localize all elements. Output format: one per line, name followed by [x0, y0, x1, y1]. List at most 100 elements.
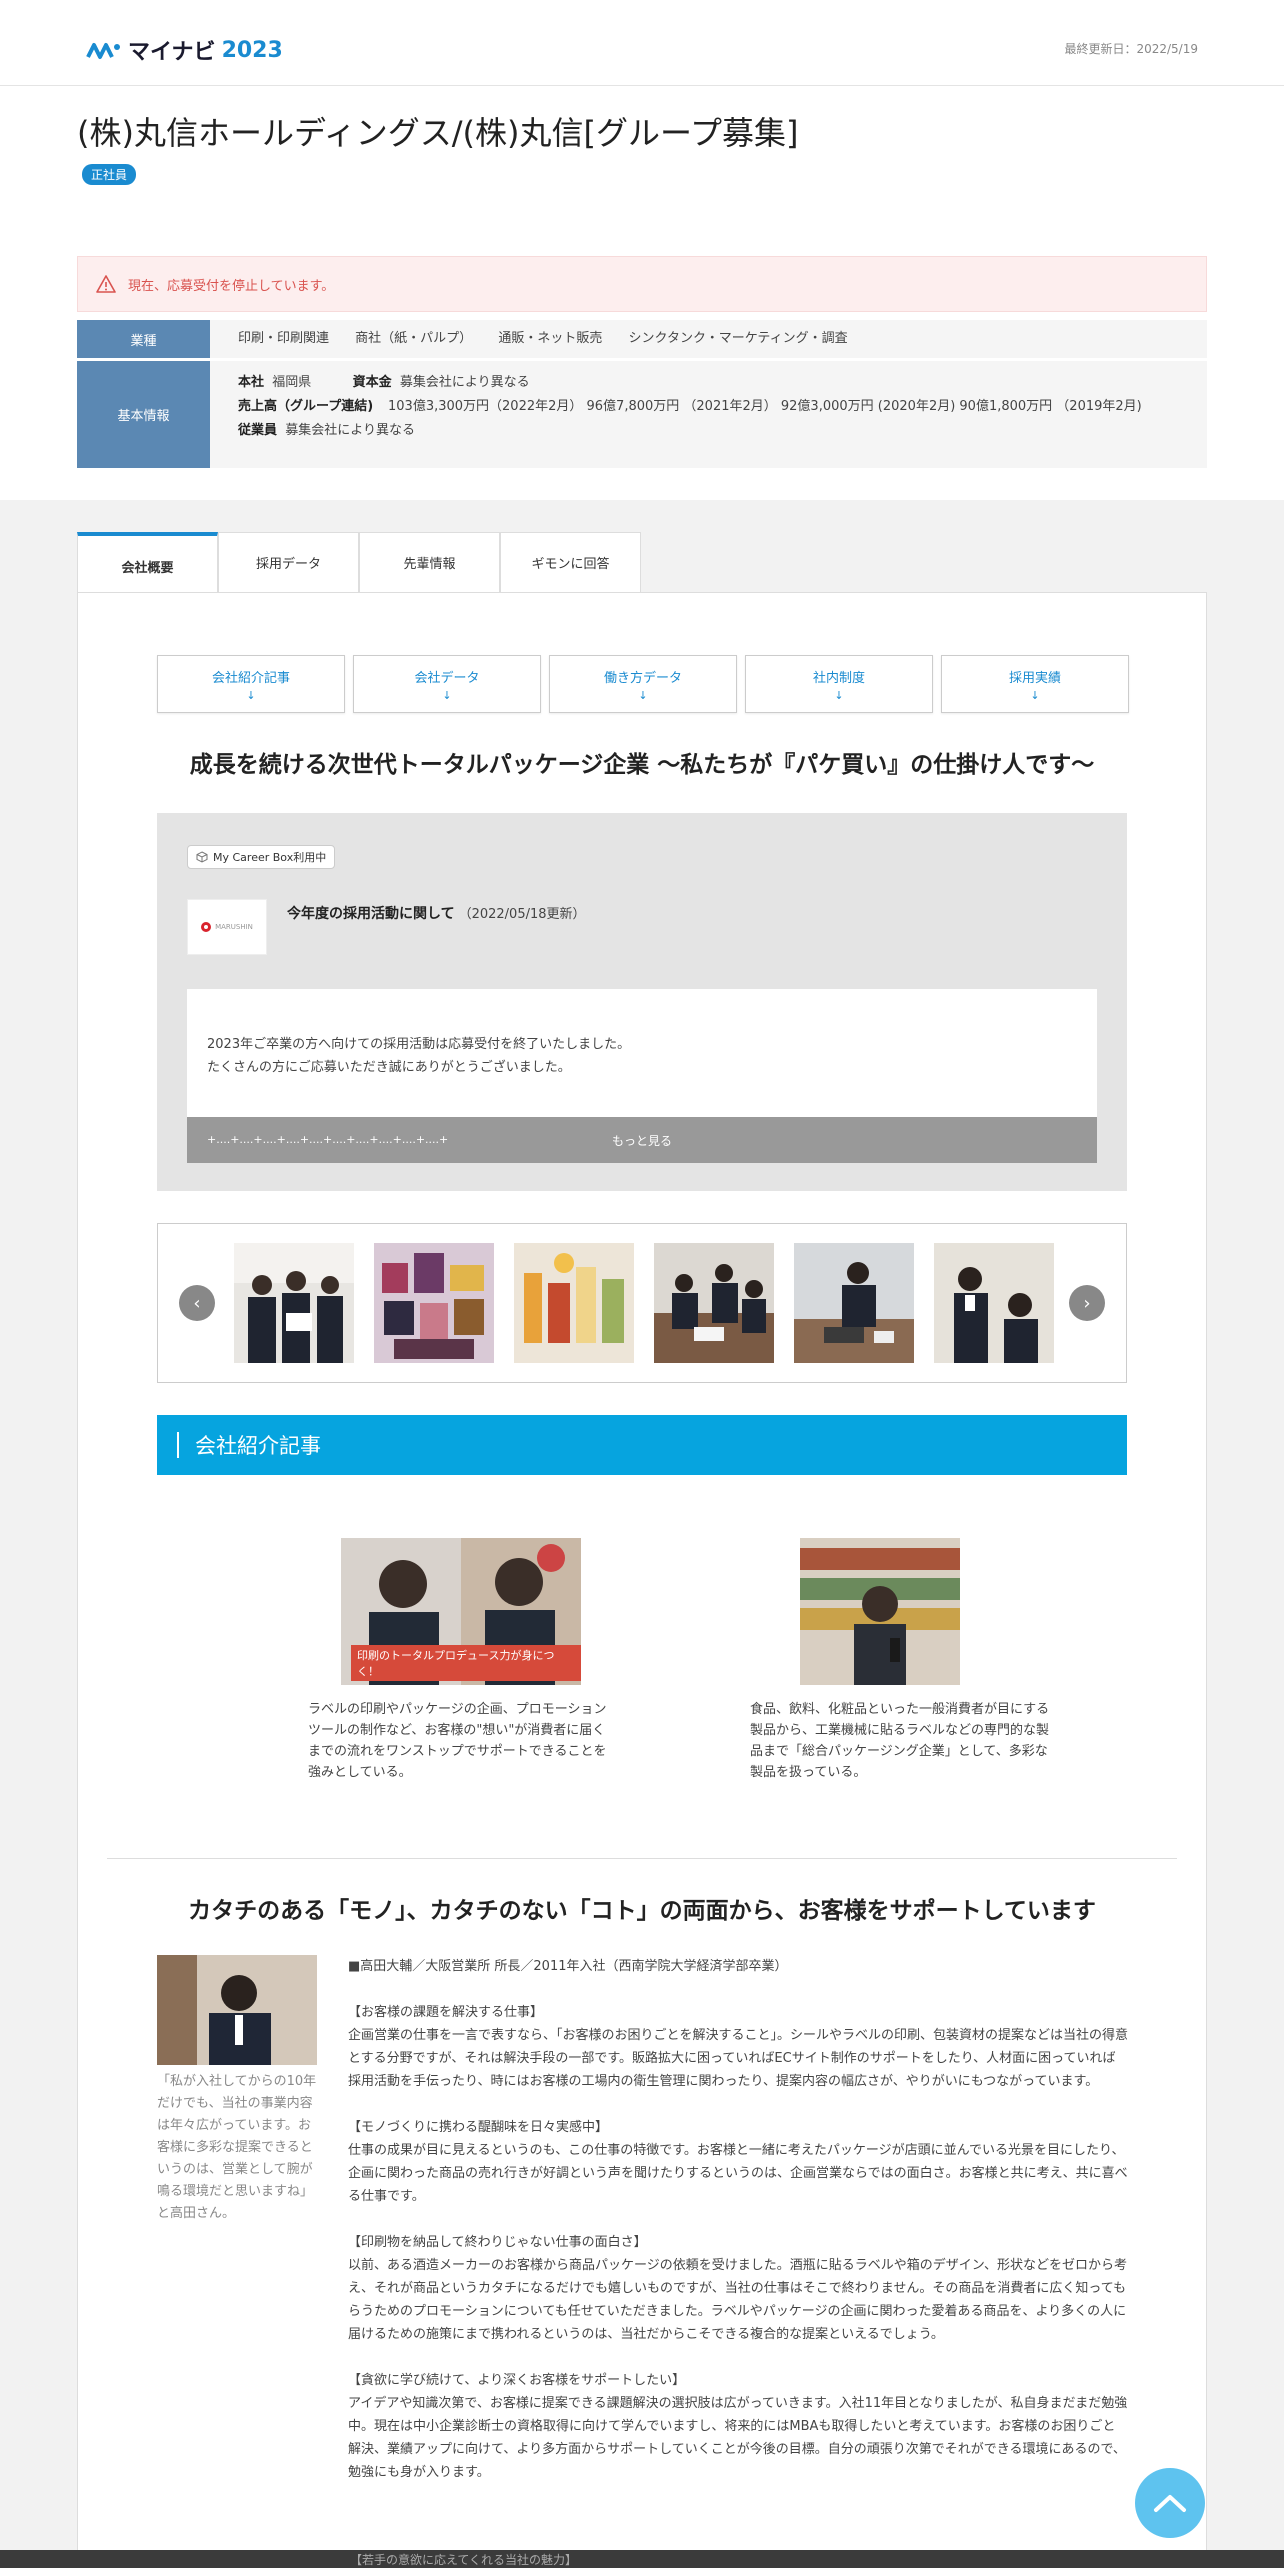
photo-carousel: ‹ ›	[157, 1223, 1127, 1383]
employees-key: 従業員	[238, 423, 278, 438]
subnav-hiring-record[interactable]: 採用実績 ↓	[941, 655, 1129, 713]
logo-text: マイナビ	[128, 40, 216, 65]
mycareerbox-badge-label: My Career Box利用中	[213, 851, 327, 864]
arrow-down-icon: ↓	[834, 688, 844, 702]
interview-paragraph: 【印刷物を納品して終わりじゃない仕事の面白さ】 以前、ある酒造メーカーのお客様か…	[348, 2235, 1127, 2342]
scroll-to-top-button[interactable]	[1135, 2468, 1205, 2538]
interview-paragraph: ■高田大輔／大阪営業所 所長／2011年入社（西南学院大学経済学部卒業）	[348, 1959, 788, 1974]
industry-item: 通販・ネット販売	[498, 331, 603, 346]
show-more-button[interactable]: +....+....+....+....+....+....+....+....…	[187, 1117, 1097, 1163]
bottom-overlay-bar: 【若手の意欲に応えてくれる当社の魅力】	[0, 2550, 1284, 2568]
carousel-thumbnails	[234, 1243, 1054, 1363]
mycareerbox-badge: My Career Box利用中	[187, 845, 336, 869]
my-career-box: My Career Box利用中 MARUSHIN 今年度の採用活動に関して （2…	[157, 813, 1127, 1191]
basic-info-body: 本社 福岡県 資本金 募集会社により異なる 売上高（グループ連結) 103億3,…	[210, 361, 1207, 468]
alert-text: 現在、応募受付を停止しています。	[128, 278, 335, 294]
industry-label: 業種	[77, 320, 210, 358]
chevron-up-icon	[1154, 2495, 1186, 2512]
mycareerbox-heading-title: 今年度の採用活動に関して	[287, 906, 455, 922]
subnav-label: 会社紹介記事	[211, 670, 290, 686]
application-closed-alert: 現在、応募受付を停止しています。	[77, 256, 1207, 312]
section-heading-article: 会社紹介記事	[157, 1415, 1127, 1475]
subnav-workstyle[interactable]: 働き方データ ↓	[549, 655, 737, 713]
last-updated: 最終更新日：2022/5/19	[1064, 42, 1198, 56]
next-heading-peek: 【若手の意欲に応えてくれる当社の魅力】	[350, 2553, 578, 2567]
sales-line: 売上高（グループ連結) 103億3,300万円（2022年2月） 96億7,80…	[238, 395, 1179, 419]
mynavi-logo[interactable]: マイナビ 2023	[86, 34, 283, 66]
article-photo	[800, 1538, 960, 1685]
message-line: 2023年ご卒業の方へ向けての採用活動は応募受付を終了いたしました。	[207, 1037, 631, 1052]
subnav-label: 働き方データ	[603, 670, 682, 686]
tab-faq[interactable]: ギモンに回答	[500, 532, 641, 592]
article-image[interactable]	[800, 1538, 960, 1685]
section-divider	[107, 1858, 1177, 1859]
tab-company-overview[interactable]: 会社概要	[77, 532, 218, 592]
carousel-photo[interactable]	[654, 1243, 774, 1363]
top-header: マイナビ 2023 最終更新日：2022/5/19	[0, 0, 1284, 86]
catchcopy: 成長を続ける次世代トータルパッケージ企業 ～私たちが『パケ買い』の仕掛け人です～	[189, 752, 1095, 778]
subnav-company-data[interactable]: 会社データ ↓	[353, 655, 541, 713]
tab-recruitment-data[interactable]: 採用データ	[218, 532, 359, 592]
arrow-down-icon: ↓	[1030, 688, 1040, 702]
article-text: 食品、飲料、化粧品といった一般消費者が目にする製品から、工業機械に貼るラベルなど…	[750, 1702, 1050, 1780]
capital-value: 募集会社により異なる	[399, 375, 530, 390]
interview-paragraph: 【貪欲に学び続けて、より深くお客様をサポートしたい】 アイデアや知識次第で、お客…	[348, 2373, 1128, 2480]
article-card[interactable]: 食品、飲料、化粧品といった一般消費者が目にする製品から、工業機械に貼るラベルなど…	[750, 1538, 1060, 1783]
sales-key: 売上高（グループ連結)	[238, 399, 374, 414]
industry-item: 印刷・印刷関連	[238, 331, 330, 346]
basic-info-row: 基本情報 本社 福岡県 資本金 募集会社により異なる 売上高（グループ連結) 1…	[77, 361, 1207, 468]
arrow-down-icon: ↓	[442, 688, 452, 702]
logo-year: 2023	[221, 37, 283, 63]
mycareerbox-heading: 今年度の採用活動に関して （2022/05/18更新）	[287, 903, 586, 923]
mynavi-logo-icon	[86, 43, 120, 59]
interview-quote: 「私が入社してからの10年だけでも、当社の事業内容は年々広がっています。お客様に…	[157, 2074, 317, 2221]
article-image[interactable]: 印刷のトータルプロデュース力が身につく！	[341, 1538, 581, 1685]
article-text: ラベルの印刷やパッケージの企画、プロモーションツールの制作など、お客様の"想い"…	[308, 1702, 607, 1780]
message-line: たくさんの方にご応募いただき誠にありがとうございました。	[207, 1060, 571, 1075]
employees-line: 従業員 募集会社により異なる	[238, 419, 1179, 443]
carousel-prev-button[interactable]: ‹	[179, 1285, 215, 1321]
carousel-photo[interactable]	[374, 1243, 494, 1363]
carousel-photo[interactable]	[234, 1243, 354, 1363]
sales-value: 103億3,300万円（2022年2月） 96億7,800万円 （2021年2月…	[388, 399, 1142, 414]
catchcopy-secondary: カタチのある「モノ」、カタチのない「コト」の両面から、お客様をサポートしています	[188, 1898, 1096, 1924]
hq-capital-line: 本社 福岡県 資本金 募集会社により異なる	[238, 371, 1179, 395]
employment-type-badge: 正社員	[82, 164, 137, 185]
interview-body: ■高田大輔／大阪営業所 所長／2011年入社（西南学院大学経済学部卒業） 【お客…	[348, 1955, 1128, 2507]
industry-row: 業種 印刷・印刷関連 商社（紙・パルプ） 通販・ネット販売 シンクタンク・マーケ…	[77, 320, 1207, 358]
article-caption: 印刷のトータルプロデュース力が身につく！	[351, 1645, 581, 1681]
show-more-label: もっと見る	[611, 1134, 672, 1148]
box-icon	[196, 851, 208, 863]
company-logo-text: MARUSHIN	[215, 923, 253, 931]
company-title: (株)丸信ホールディングス/(株)丸信[グループ募集]	[77, 114, 799, 152]
carousel-photo[interactable]	[794, 1243, 914, 1363]
warning-icon	[96, 275, 116, 293]
company-logo: MARUSHIN	[187, 899, 267, 955]
arrow-down-icon: ↓	[638, 688, 648, 702]
capital-key: 資本金	[352, 375, 392, 390]
main-tabs: 会社概要 採用データ 先輩情報 ギモンに回答	[77, 532, 641, 592]
interview-paragraph: 【お客様の課題を解決する仕事】 企画営業の仕事を一言で表すなら、「お客様のお困り…	[348, 2005, 1129, 2089]
carousel-photo[interactable]	[514, 1243, 634, 1363]
employees-value: 募集会社により異なる	[285, 423, 416, 438]
subnav-article[interactable]: 会社紹介記事 ↓	[157, 655, 345, 713]
logo-dot-icon	[201, 922, 212, 932]
subnav-label: 会社データ	[414, 670, 480, 686]
tab-senior-info[interactable]: 先輩情報	[359, 532, 500, 592]
mycareerbox-message: 2023年ご卒業の方へ向けての採用活動は応募受付を終了いたしました。 たくさんの…	[187, 989, 1097, 1163]
interview-photo	[157, 1955, 317, 2065]
company-info-table: 業種 印刷・印刷関連 商社（紙・パルプ） 通販・ネット販売 シンクタンク・マーケ…	[77, 320, 1207, 468]
hq-value: 福岡県	[272, 375, 312, 390]
subnav-label: 採用実績	[1008, 670, 1061, 686]
company-overview-panel: 会社紹介記事 ↓ 会社データ ↓ 働き方データ ↓ 社内制度 ↓ 採用実績 ↓ …	[77, 592, 1207, 2568]
industry-list: 印刷・印刷関連 商社（紙・パルプ） 通販・ネット販売 シンクタンク・マーケティン…	[210, 320, 1207, 358]
subnav-label: 社内制度	[812, 670, 865, 686]
carousel-photo[interactable]	[934, 1243, 1054, 1363]
industry-item: シンクタンク・マーケティング・調査	[628, 331, 848, 346]
carousel-next-button[interactable]: ›	[1069, 1285, 1105, 1321]
industry-item: 商社（紙・パルプ）	[355, 331, 473, 346]
subnav-internal-system[interactable]: 社内制度 ↓	[745, 655, 933, 713]
article-card[interactable]: 印刷のトータルプロデュース力が身につく！ ラベルの印刷やパッケージの企画、プロモ…	[308, 1538, 618, 1783]
interview-paragraph: 【モノづくりに携わる醍醐味を日々実感中】 仕事の成果が目に見えるというのも、この…	[348, 2120, 1128, 2204]
mycareerbox-date: （2022/05/18更新）	[458, 907, 586, 922]
